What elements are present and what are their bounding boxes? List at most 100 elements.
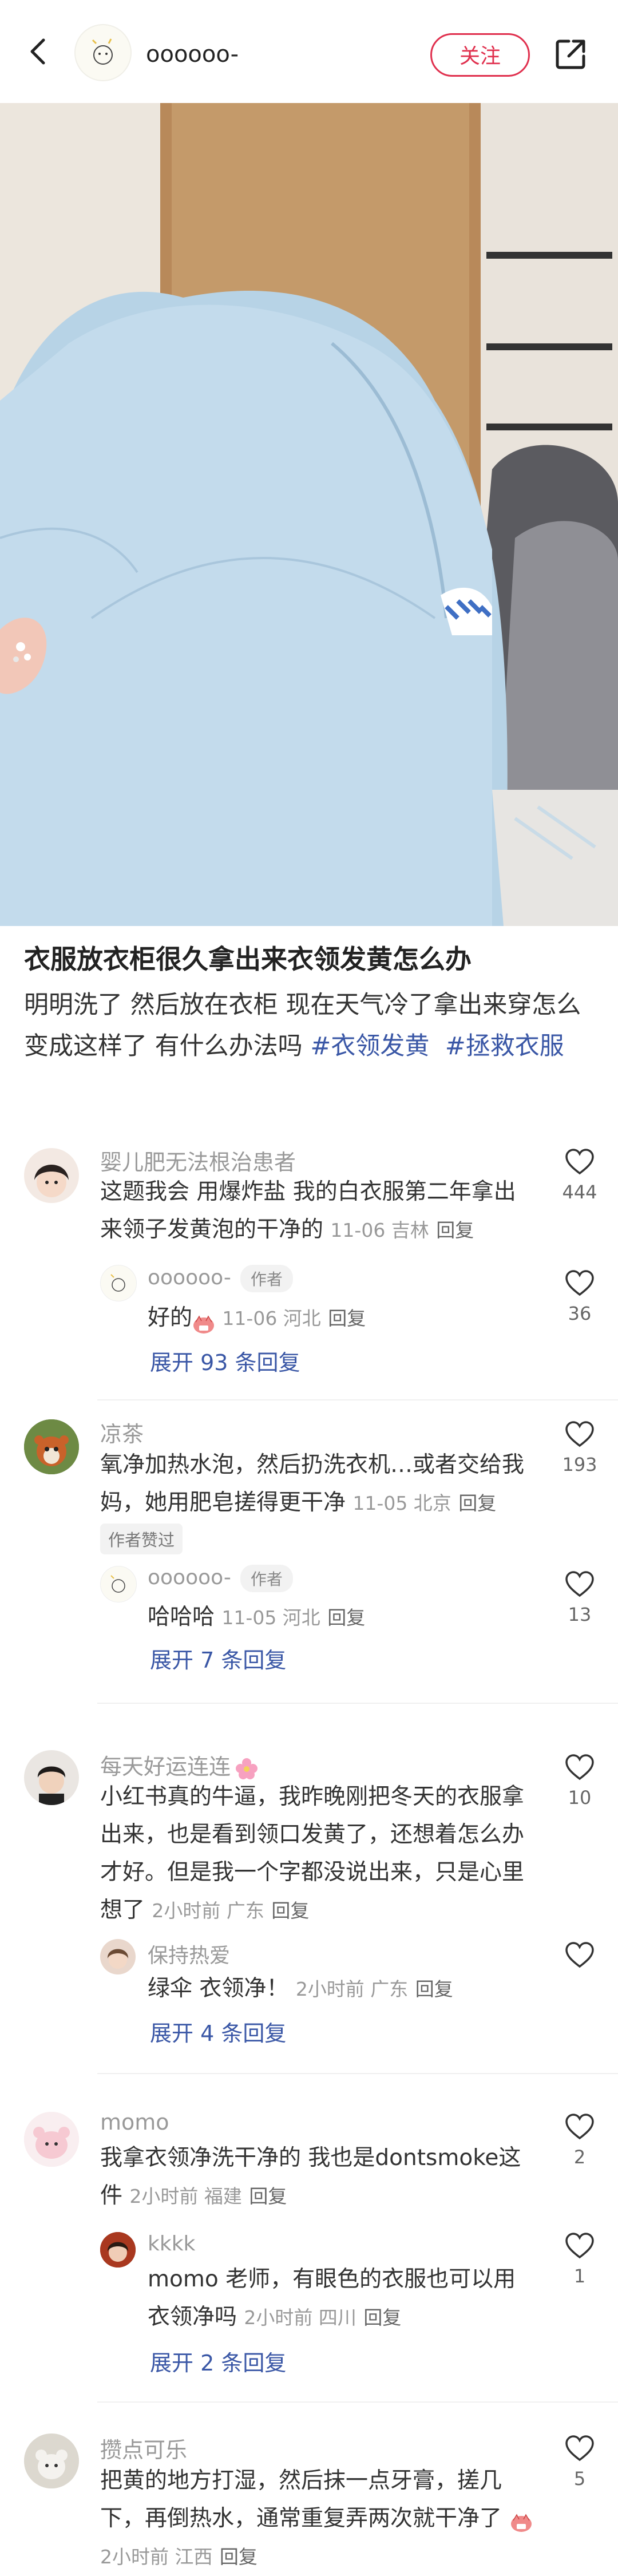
comment-meta: 2小时前 广东: [152, 1900, 264, 1922]
replier-name[interactable]: 保持热爱: [148, 1939, 230, 1969]
heart-icon: [565, 2435, 594, 2462]
like-button[interactable]: 2: [560, 2113, 600, 2168]
like-button[interactable]: 13: [560, 1570, 600, 1625]
expand-replies[interactable]: 展开 93 条回复: [150, 1345, 300, 1376]
reply-text[interactable]: momo 老师，有眼色的衣服也可以用衣领净吗 2小时前 四川 回复: [148, 2261, 525, 2337]
comment-body: 把黄的地方打湿，然后抹一点牙膏，搓几下，再倒热水，通常重复弄两次就干净了: [100, 2468, 502, 2531]
comment-divider: [97, 2073, 618, 2074]
like-button[interactable]: 193: [560, 1420, 600, 1475]
like-button[interactable]: 444: [560, 1148, 600, 1203]
replier-name-text: oooooo-: [148, 1266, 231, 1289]
reply-button[interactable]: 回复: [327, 1606, 365, 1629]
like-count: 36: [568, 1303, 592, 1324]
replier-name[interactable]: kkkk: [148, 2232, 195, 2256]
reply-text[interactable]: 哈哈哈 11-05 河北 回复: [148, 1598, 514, 1637]
like-count: 444: [562, 1181, 597, 1203]
reply-text[interactable]: 绿伞 衣领净！ 2小时前 广东 回复: [148, 1970, 514, 2008]
comment-text[interactable]: 这题我会 用爆炸盐 我的白衣服第二年拿出来领子发黄泡的干净的 11-06 吉林 …: [100, 1173, 535, 1249]
reply-meta: 11-06 河北: [222, 1307, 321, 1329]
commenter-avatar[interactable]: [24, 1148, 79, 1203]
reply-button[interactable]: 回复: [415, 1978, 453, 2000]
commenter-name[interactable]: 攒点可乐: [100, 2432, 187, 2464]
emoji-icon: [509, 2508, 534, 2532]
like-button[interactable]: 36: [560, 1269, 600, 1324]
comment-divider: [97, 1703, 618, 1704]
reply-meta: 11-05 河北: [221, 1606, 320, 1629]
commenter-name[interactable]: 凉茶: [100, 1416, 144, 1448]
commenter-name[interactable]: 每天好运连连: [100, 1749, 259, 1780]
heart-icon: [565, 1942, 594, 1968]
expand-replies[interactable]: 展开 4 条回复: [150, 2016, 286, 2047]
like-count: 10: [568, 1787, 592, 1809]
replier-avatar[interactable]: [100, 1265, 137, 1301]
replier-avatar[interactable]: [100, 1939, 136, 1974]
comment-meta: 2小时前 福建: [129, 2185, 242, 2207]
like-button[interactable]: 5: [560, 2435, 600, 2490]
author-badge: 作者: [240, 1565, 293, 1592]
like-button[interactable]: 10: [560, 1754, 600, 1809]
reply-button[interactable]: 回复: [436, 1219, 474, 1241]
reply-button[interactable]: 回复: [458, 1492, 496, 1514]
comment-meta: 11-06 吉林: [330, 1219, 429, 1241]
reply-button[interactable]: 回复: [220, 2546, 258, 2568]
commenter-avatar[interactable]: [24, 2433, 79, 2488]
like-count: 193: [562, 1454, 597, 1475]
replier-name[interactable]: oooooo- 作者: [148, 1565, 293, 1592]
replier-avatar[interactable]: [100, 1566, 137, 1602]
flower-icon: [234, 1757, 259, 1780]
reply-body: 好的: [148, 1305, 193, 1331]
commenter-name-text: 每天好运连连: [100, 1754, 231, 1779]
comment-divider: [97, 1399, 618, 1400]
follow-button[interactable]: 关注: [430, 33, 530, 77]
replier-name-text: oooooo-: [148, 1566, 231, 1589]
heart-icon: [565, 2233, 594, 2259]
like-button[interactable]: 1: [560, 2232, 600, 2287]
reply-body: 绿伞 衣领净！: [148, 1976, 289, 2001]
like-count: 2: [573, 2146, 586, 2168]
like-count: 5: [573, 2468, 586, 2490]
top-bar: oooooo- 关注: [0, 0, 618, 103]
reply-meta: 2小时前 广东: [295, 1978, 409, 2000]
comment-text[interactable]: 把黄的地方打湿，然后抹一点牙膏，搓几下，再倒热水，通常重复弄两次就干净了 2小时…: [100, 2462, 535, 2576]
hashtag[interactable]: #衣领发黄: [310, 1032, 429, 1061]
heart-icon: [565, 1270, 594, 1296]
post-photo[interactable]: [0, 103, 618, 926]
replier-avatar[interactable]: [100, 2232, 136, 2268]
commenter-name[interactable]: 婴儿肥无法根治患者: [100, 1145, 296, 1176]
author-badge: 作者: [240, 1265, 293, 1292]
commenter-avatar[interactable]: [24, 1750, 79, 1805]
heart-icon: [565, 1754, 594, 1780]
like-button[interactable]: [560, 1941, 600, 1974]
commenter-name[interactable]: momo: [100, 2110, 169, 2135]
reply-body: 哈哈哈: [148, 1604, 215, 1630]
post-title: 衣服放衣柜很久拿出来衣领发黄怎么办: [24, 944, 472, 975]
replier-name[interactable]: oooooo- 作者: [148, 1265, 293, 1292]
reply-button[interactable]: 回复: [271, 1900, 309, 1922]
reply-button[interactable]: 回复: [328, 1307, 366, 1329]
comment-text[interactable]: 氧净加热水泡，然后扔洗衣机…或者交给我妈，她用肥皂搓得更干净 11-05 北京 …: [100, 1446, 535, 1522]
expand-replies[interactable]: 展开 2 条回复: [150, 2345, 286, 2377]
commenter-avatar[interactable]: [24, 1419, 79, 1474]
heart-icon: [565, 1421, 594, 1447]
expand-replies[interactable]: 展开 7 条回复: [150, 1643, 286, 1674]
author-avatar[interactable]: [74, 24, 132, 81]
comment-text[interactable]: 我拿衣领净洗干净的 我也是dontsmoke这件 2小时前 福建 回复: [100, 2139, 535, 2215]
post-body: 明明洗了 然后放在衣柜 现在天气冷了拿出来穿怎么变成这样了 有什么办法吗 #衣领…: [24, 984, 596, 1067]
comment-divider: [97, 2401, 618, 2403]
comment-meta: 2小时前 江西: [100, 2546, 213, 2568]
reply-meta: 2小时前 四川: [244, 2306, 356, 2329]
emoji-icon: [192, 1309, 215, 1333]
author-praised-badge: 作者赞过: [100, 1524, 183, 1554]
reply-button[interactable]: 回复: [249, 2185, 287, 2207]
comment-meta: 11-05 北京: [352, 1492, 451, 1514]
share-icon[interactable]: [554, 37, 588, 71]
back-arrow-icon[interactable]: [23, 35, 55, 68]
comment-text[interactable]: 小红书真的牛逼，我昨晚刚把冬天的衣服拿出来，也是看到领口发黄了，还想着怎么办才好…: [100, 1778, 535, 1930]
heart-icon: [565, 2114, 594, 2140]
author-name[interactable]: oooooo-: [146, 41, 239, 68]
reply-text[interactable]: 好的 11-06 河北 回复: [148, 1299, 514, 1338]
reply-button[interactable]: 回复: [363, 2306, 401, 2329]
heart-icon: [565, 1149, 594, 1175]
commenter-avatar[interactable]: [24, 2112, 79, 2167]
hashtag[interactable]: #拯救衣服: [445, 1032, 564, 1061]
